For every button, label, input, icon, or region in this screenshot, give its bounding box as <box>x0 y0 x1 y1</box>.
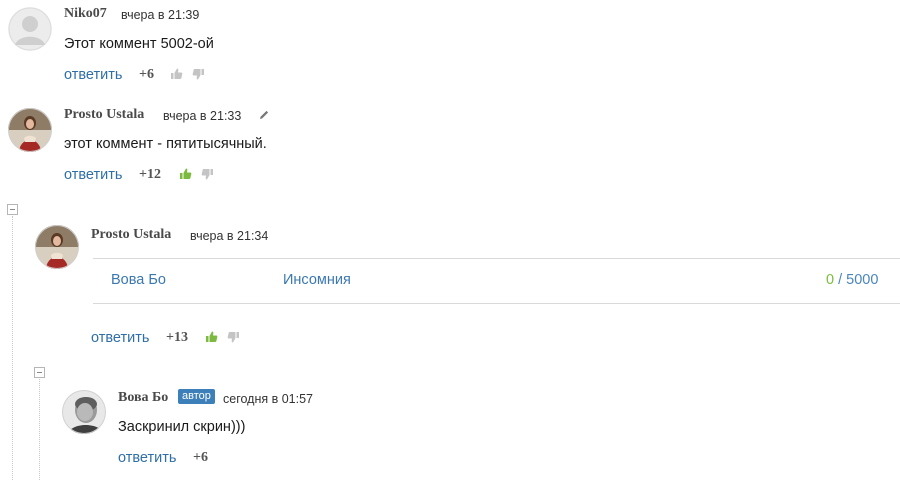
edited-pencil-icon <box>258 108 270 120</box>
thumbs-down-icon[interactable] <box>227 331 240 344</box>
user-avatar[interactable] <box>35 225 79 269</box>
comment-text: Заскринил скрин))) <box>118 419 246 435</box>
reply-link[interactable]: ответить <box>118 450 176 466</box>
author-name[interactable]: Prosto Ustala <box>91 227 171 243</box>
thumbs-down-icon[interactable] <box>192 68 205 81</box>
score: +12 <box>139 167 161 182</box>
comment-time: сегодня в 01:57 <box>223 392 313 406</box>
comment-text: этот коммент - пятитысячный. <box>64 136 267 152</box>
post-counter: 0 / 5000 <box>826 272 878 288</box>
thumbs-up-icon[interactable] <box>179 167 192 180</box>
comment-time: вчера в 21:34 <box>190 229 269 243</box>
score: +6 <box>139 67 154 82</box>
author-name[interactable]: Prosto Ustala <box>64 107 144 123</box>
comment-time: вчера в 21:39 <box>121 8 200 22</box>
user-avatar[interactable] <box>62 390 106 434</box>
embedded-post-card <box>93 258 900 304</box>
comment-text: Этот коммент 5002-ой <box>64 36 214 52</box>
embedded-author-link[interactable]: Вова Бо <box>111 272 166 288</box>
thread-line <box>12 216 13 480</box>
score: +6 <box>193 450 208 465</box>
embedded-title-link[interactable]: Инсомния <box>283 272 351 288</box>
thumbs-up-icon[interactable] <box>170 67 183 80</box>
thumbs-down-icon[interactable] <box>201 168 214 181</box>
reply-link[interactable]: ответить <box>64 67 122 83</box>
counter-limit: / 5000 <box>838 272 879 288</box>
reply-link[interactable]: ответить <box>64 167 122 183</box>
thumbs-up-icon[interactable] <box>205 330 218 343</box>
reply-link[interactable]: ответить <box>91 330 149 346</box>
comment-time: вчера в 21:33 <box>163 109 242 123</box>
collapse-thread-toggle[interactable] <box>7 204 18 215</box>
author-badge: автор <box>178 389 215 404</box>
thread-line <box>39 379 40 480</box>
counter-value: 0 <box>826 272 835 288</box>
author-name[interactable]: Вова Бо <box>118 390 168 406</box>
score: +13 <box>166 330 188 345</box>
user-avatar[interactable] <box>8 108 52 152</box>
default-avatar[interactable] <box>8 7 52 51</box>
author-name[interactable]: Niko07 <box>64 6 107 22</box>
collapse-thread-toggle[interactable] <box>34 367 45 378</box>
